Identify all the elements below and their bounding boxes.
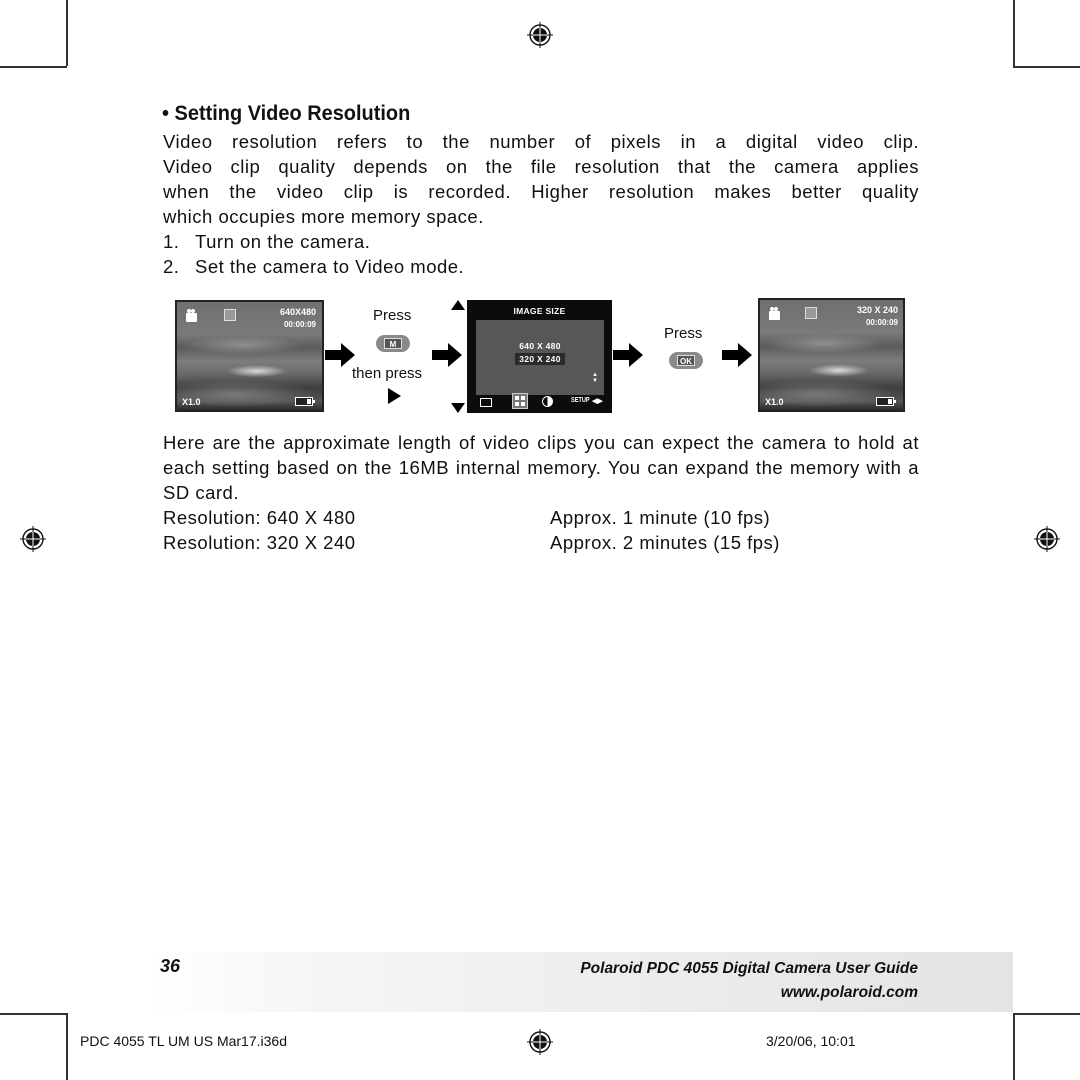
- crop-mark-bottom-left-v: [66, 1013, 68, 1080]
- resolution-row: Resolution: 320 X 240 Approx. 2 minutes …: [163, 530, 780, 555]
- duration-value: Approx. 2 minutes (15 fps): [550, 532, 780, 553]
- slug-filename: PDC 4055 TL UM US Mar17.i36d: [80, 1033, 287, 1049]
- registration-mark-bottom-icon: [525, 1027, 555, 1057]
- crop-mark-top-right-h: [1013, 66, 1080, 68]
- af-icon: [805, 307, 817, 319]
- crop-mark-bottom-left-h: [0, 1013, 67, 1015]
- duration-value: Approx. 1 minute (10 fps): [550, 507, 771, 528]
- menu-option-selected[interactable]: 320 X 240: [476, 353, 604, 365]
- resolution-value: Resolution: 320 X 240: [163, 532, 356, 553]
- image-size-icon[interactable]: [512, 393, 528, 409]
- press-label: Press: [373, 307, 412, 324]
- zoom-readout: X1.0: [765, 397, 784, 407]
- capacity-paragraph: Here are the approximate length of video…: [163, 432, 919, 503]
- intro-paragraph: Video resolution refers to the number of…: [163, 129, 919, 229]
- menu-title: IMAGE SIZE: [513, 306, 566, 316]
- time-readout: 00:00:09: [865, 318, 898, 327]
- slug-datetime: 3/20/06, 10:01: [766, 1033, 856, 1049]
- intro-line: Video clip quality depends on the file r…: [163, 156, 919, 177]
- resolution-table: Resolution: 640 X 480 Approx. 1 minute (…: [163, 505, 780, 555]
- step-item: 1. Turn on the camera.: [163, 231, 371, 252]
- resolution-row: Resolution: 640 X 480 Approx. 1 minute (…: [163, 505, 780, 530]
- preview-image: [177, 302, 322, 410]
- preview-image: [760, 300, 903, 410]
- crop-mark-bottom-right-v: [1013, 1013, 1015, 1080]
- heading-text: Setting Video Resolution: [174, 102, 411, 125]
- resolution-value: Resolution: 640 X 480: [163, 507, 356, 528]
- crop-mark-top-right-v: [1013, 0, 1015, 66]
- section-heading: • Setting Video Resolution: [162, 102, 410, 126]
- video-camera-icon: [186, 309, 197, 322]
- flow-arrow-icon: [432, 343, 462, 367]
- intro-line: which occupies more memory space.: [163, 206, 484, 227]
- camera-screen-after: 320 X 240 00:00:09 X1.0: [758, 298, 905, 412]
- up-down-icon: ▲ ▼: [592, 372, 598, 384]
- heading-bullet: •: [162, 102, 169, 125]
- menu-option[interactable]: 640 X 480: [476, 341, 604, 351]
- down-triangle-icon: [451, 403, 465, 413]
- flow-arrow-icon: [722, 343, 752, 367]
- time-readout: 00:00:09: [283, 320, 316, 329]
- camera-mode-icon[interactable]: [480, 398, 492, 407]
- af-icon: [224, 309, 236, 321]
- setup-icon[interactable]: SETUP: [571, 397, 590, 404]
- battery-icon: [295, 397, 315, 406]
- step-item: 2. Set the camera to Video mode.: [163, 256, 465, 277]
- crop-mark-top-left-h: [0, 66, 67, 68]
- menu-options-panel: 640 X 480 320 X 240 ▲ ▼: [476, 320, 604, 395]
- guide-url[interactable]: www.polaroid.com: [781, 984, 918, 1002]
- page-number: 36: [160, 956, 181, 976]
- image-size-menu-screen: IMAGE SIZE 640 X 480 320 X 240 ▲ ▼ SETUP …: [467, 300, 612, 413]
- camera-screen-before: 640X480 00:00:09 X1.0: [175, 300, 324, 412]
- contrast-icon[interactable]: [542, 396, 553, 407]
- intro-line: when the video clip is recorded. Higher …: [163, 181, 919, 202]
- video-camera-icon: [769, 307, 780, 320]
- flow-arrow-icon: [325, 343, 355, 367]
- ok-button-label: OK: [677, 355, 695, 366]
- crop-mark-top-left-v: [66, 0, 68, 66]
- then-press-label: then press: [352, 365, 423, 382]
- menu-tab-bar: SETUP ◀▶: [467, 393, 612, 413]
- resolution-readout: 320 X 240: [856, 305, 898, 315]
- press-label: Press: [664, 325, 703, 342]
- left-right-icon: ◀▶: [592, 398, 603, 405]
- crop-mark-bottom-right-h: [1013, 1013, 1080, 1015]
- intro-line: Video resolution refers to the number of…: [163, 131, 919, 152]
- ok-button[interactable]: OK: [669, 352, 703, 369]
- battery-icon: [876, 397, 896, 406]
- flow-arrow-icon: [613, 343, 643, 367]
- registration-mark-top-icon: [525, 20, 555, 50]
- right-triangle-icon: [388, 388, 401, 404]
- guide-title: Polaroid PDC 4055 Digital Camera User Gu…: [580, 960, 918, 977]
- resolution-readout: 640X480: [279, 307, 316, 317]
- menu-button-label: M: [384, 338, 402, 349]
- zoom-readout: X1.0: [182, 397, 201, 407]
- registration-mark-left-icon: [18, 524, 48, 554]
- steps-list: 1. Turn on the camera. 2. Set the camera t…: [163, 229, 464, 279]
- up-triangle-icon: [451, 300, 465, 310]
- menu-button[interactable]: M: [376, 335, 410, 352]
- registration-mark-right-icon: [1032, 524, 1062, 554]
